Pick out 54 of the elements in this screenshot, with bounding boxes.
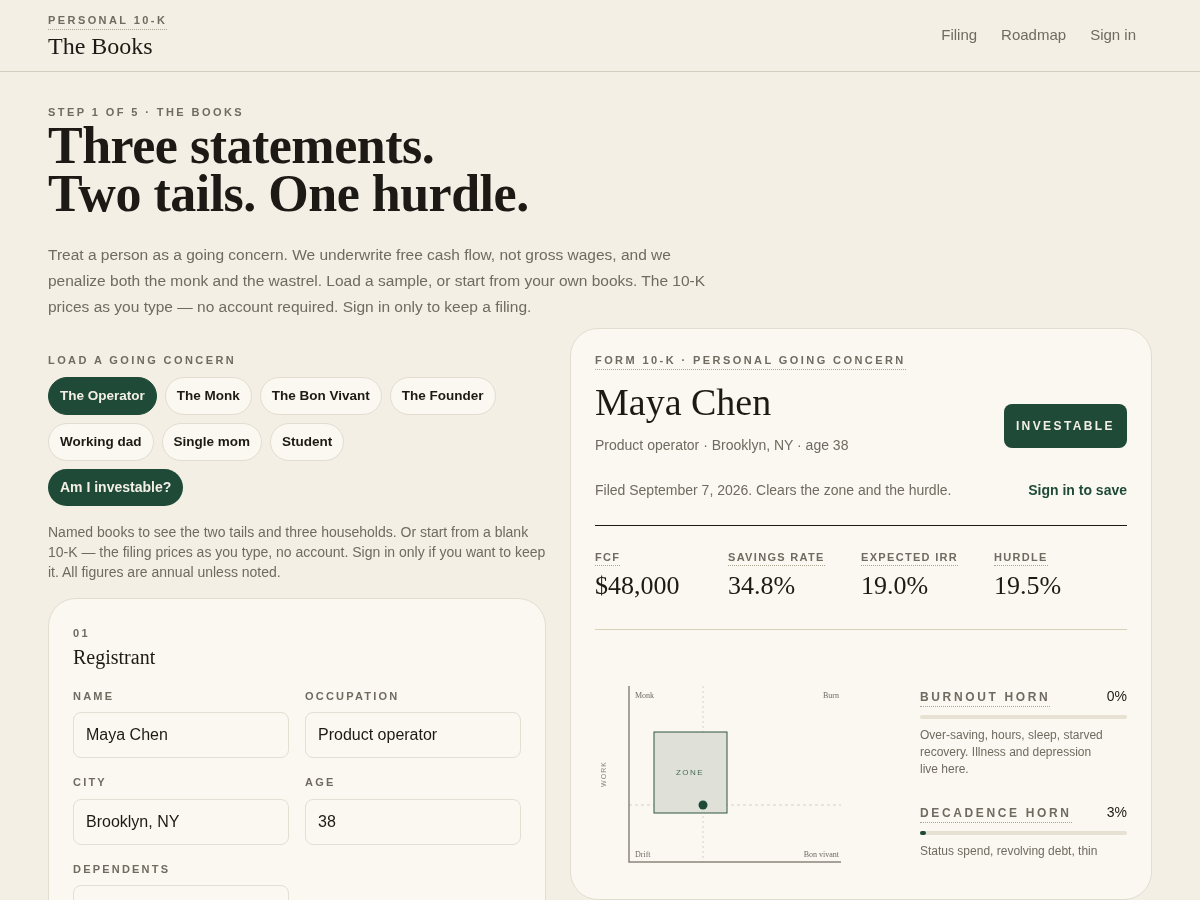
horn-description: Status spend, revolving debt, thin <box>920 843 1099 861</box>
sample-chip[interactable]: Single mom <box>161 423 263 462</box>
sample-chip[interactable]: Working dad <box>48 423 154 462</box>
metric-value: 34.8% <box>728 570 797 603</box>
brand-eyebrow: PERSONAL 10-K <box>48 13 168 30</box>
metric-label: SAVINGS RATE <box>728 549 825 567</box>
horn-reading: 0% <box>1106 687 1127 707</box>
filed-note: Filed September 7, 2026. Clears the zone and the hurdle. <box>595 480 952 500</box>
zone-label: ZONE <box>675 768 705 778</box>
input-field[interactable]: Product operator <box>305 712 521 759</box>
nav-link[interactable]: Sign in <box>1090 24 1136 47</box>
input-field[interactable]: Brooklyn, NY <box>73 798 289 845</box>
quadrant-label: Monk <box>635 691 655 701</box>
nav-link[interactable]: Filing <box>941 24 978 47</box>
sample-chip[interactable]: The Operator <box>48 376 157 415</box>
sample-chip[interactable]: The Bon Vivant <box>259 376 382 415</box>
sample-chip[interactable]: The Monk <box>164 376 252 415</box>
quadrant-label: Drift <box>635 850 651 860</box>
field-label: NAME <box>73 688 116 704</box>
sample-chip[interactable]: Student <box>270 423 345 462</box>
field-label: OCCUPATION <box>305 688 401 704</box>
horn-label: BURNOUT HORN <box>920 689 1051 708</box>
horn-label: DECADENCE HORN <box>920 805 1072 824</box>
section-number: 01 <box>73 626 92 642</box>
metric-value: 19.0% <box>861 570 930 603</box>
sample-chip[interactable]: The Founder <box>389 376 496 415</box>
intro-paragraph: Treat a person as a going concern. We underwrite free cash flow, not gross wages, and we penalize both the monk and the wastrel. Load a sample, or start from your own books. The 10-K prices as you type — no account required. Sign in only to keep a filing. <box>48 245 707 318</box>
nav-link[interactable]: Roadmap <box>1001 24 1067 47</box>
step-label: STEP 1 OF 5 · THE BOOKS <box>48 104 246 120</box>
input-field[interactable]: Maya Chen <box>73 712 289 759</box>
registrant-summary: Product operator · Brooklyn, NY · age 38 <box>595 435 850 455</box>
sign-in-link[interactable]: Sign in to save <box>1028 479 1127 501</box>
metric-label: HURDLE <box>994 549 1048 567</box>
horn-description: Over-saving, hours, sleep, starved recovery. Illness and depression live here. <box>920 727 1104 779</box>
input-field[interactable]: 38 <box>305 798 521 845</box>
registrant-name: Maya Chen <box>595 379 773 425</box>
horn-reading: 3% <box>1106 803 1127 823</box>
headline: Three statements. Two tails. One hurdle. <box>48 122 530 219</box>
field-label: CITY <box>73 775 108 791</box>
investable-button[interactable]: Am I investable? <box>48 469 184 507</box>
metric-value: 19.5% <box>994 570 1063 603</box>
quadrant-label: Burn <box>823 691 839 701</box>
quadrant-label: Bon vivant <box>803 850 839 860</box>
verdict-badge: INVESTABLE <box>1003 403 1127 448</box>
brand-title[interactable]: The Books <box>48 33 153 58</box>
metric-value: $48,000 <box>595 570 681 603</box>
field-label: DEPENDENTS <box>73 861 172 877</box>
panel-title: Registrant <box>73 644 157 671</box>
metric-label: EXPECTED IRR <box>861 549 959 567</box>
note-paragraph: Named books to see the two tails and three households. Or start from a blank 10-K — the filing prices as you type, no account. Sign in only if you want to keep it. All figures are annual unless noted. <box>48 523 546 583</box>
field-label: AGE <box>305 775 337 791</box>
form-eyebrow: FORM 10-K · PERSONAL GOING CONCERN <box>595 353 906 370</box>
metric-label: FCF <box>595 549 621 567</box>
section-label: LOAD A GOING CONCERN <box>48 353 238 369</box>
